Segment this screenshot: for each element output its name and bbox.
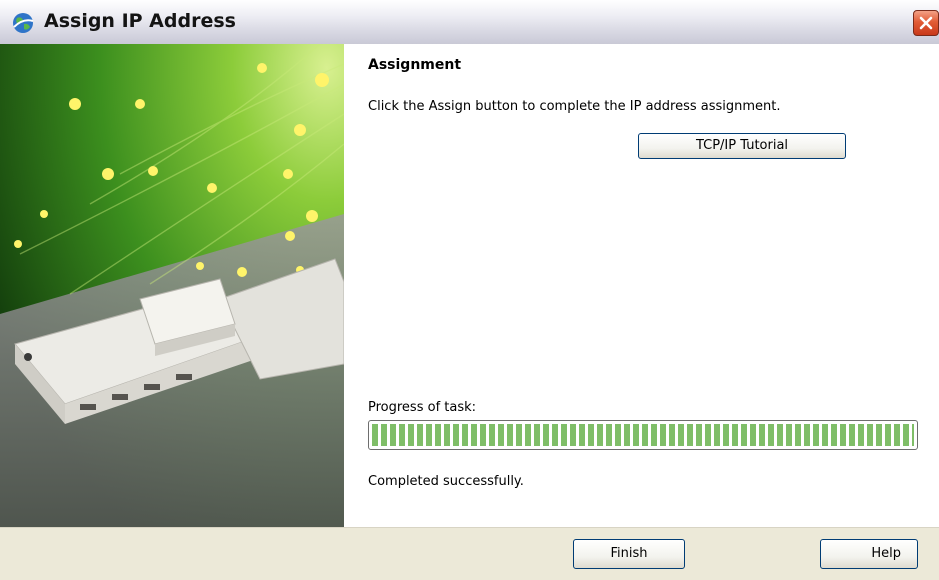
tcpip-tutorial-button[interactable]: TCP/IP Tutorial	[638, 133, 846, 159]
title-bar[interactable]: Assign IP Address	[0, 0, 939, 45]
assign-ip-dialog: Assign IP Address Assignment Click the A…	[0, 0, 939, 580]
page-heading: Assignment	[368, 57, 462, 73]
globe-network-icon	[12, 12, 34, 34]
close-icon	[919, 16, 933, 30]
window-title: Assign IP Address	[44, 10, 236, 32]
help-button[interactable]: Help	[820, 539, 918, 569]
fiber-optic-device-servers-image	[0, 44, 344, 527]
button-bar: Finish Help	[0, 527, 939, 580]
progress-fill	[372, 424, 914, 446]
progress-label: Progress of task:	[368, 400, 477, 415]
progress-bar	[368, 420, 918, 450]
status-text: Completed successfully.	[368, 474, 524, 489]
instruction-text: Click the Assign button to complete the …	[368, 99, 781, 114]
close-button[interactable]	[913, 10, 939, 36]
content-pane: Assignment Click the Assign button to co…	[344, 44, 939, 527]
help-button-label: Help	[871, 546, 901, 561]
finish-button[interactable]: Finish	[573, 539, 685, 569]
banner-image	[0, 44, 344, 527]
